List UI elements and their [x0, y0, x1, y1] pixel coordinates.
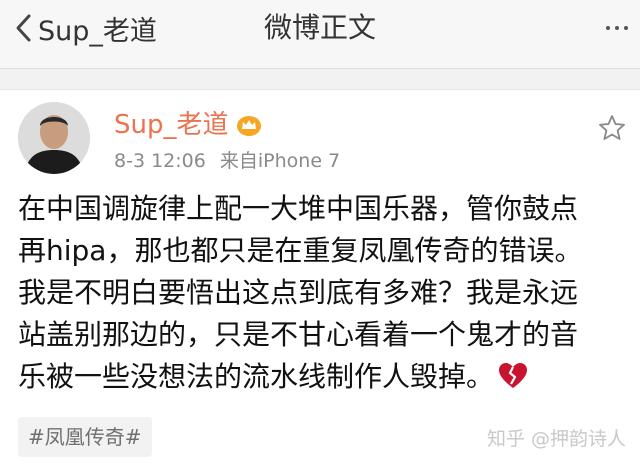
post-meta: 8-3 12:06 来自iPhone 7: [114, 148, 340, 174]
post-content: 在中国调旋律上配一大堆中国乐器，管你鼓点 再hipa，那也都只是在重复凤凰传奇的…: [18, 188, 626, 398]
topic-tag[interactable]: #凤凰传奇#: [18, 417, 152, 457]
page-title: 微博正文: [263, 11, 376, 44]
post-line: 站盖别那边的，只是不甘心看着一个鬼才的音: [18, 318, 579, 351]
post-line-text: 乐被一些没想法的流水线制作人毁掉。: [18, 360, 495, 393]
crown-badge-icon: [236, 116, 261, 136]
post-line: 在中国调旋律上配一大堆中国乐器，管你鼓点: [18, 192, 579, 225]
broken-heart-icon: [499, 363, 528, 388]
star-icon[interactable]: [598, 114, 626, 142]
post-time: 8-3 12:06: [114, 150, 206, 172]
post-source: 来自iPhone 7: [219, 150, 341, 172]
post-line: 再hipa，那也都只是在重复凤凰传奇的错误。: [18, 234, 583, 267]
author-name[interactable]: Sup_老道: [114, 108, 263, 142]
more-dots-icon[interactable]: [606, 8, 628, 48]
post-line-last: 乐被一些没想法的流水线制作人毁掉。: [18, 356, 626, 398]
avatar[interactable]: [18, 102, 90, 174]
author-name-text: Sup_老道: [114, 110, 229, 140]
post-line: 我是不明白要悟出这点到底有多难？我是永远: [18, 276, 579, 309]
top-navigation-bar: Sup_老道 微博正文: [0, 0, 640, 69]
watermark: 知乎 @押韵诗人: [486, 428, 626, 450]
section-divider: [0, 69, 640, 90]
